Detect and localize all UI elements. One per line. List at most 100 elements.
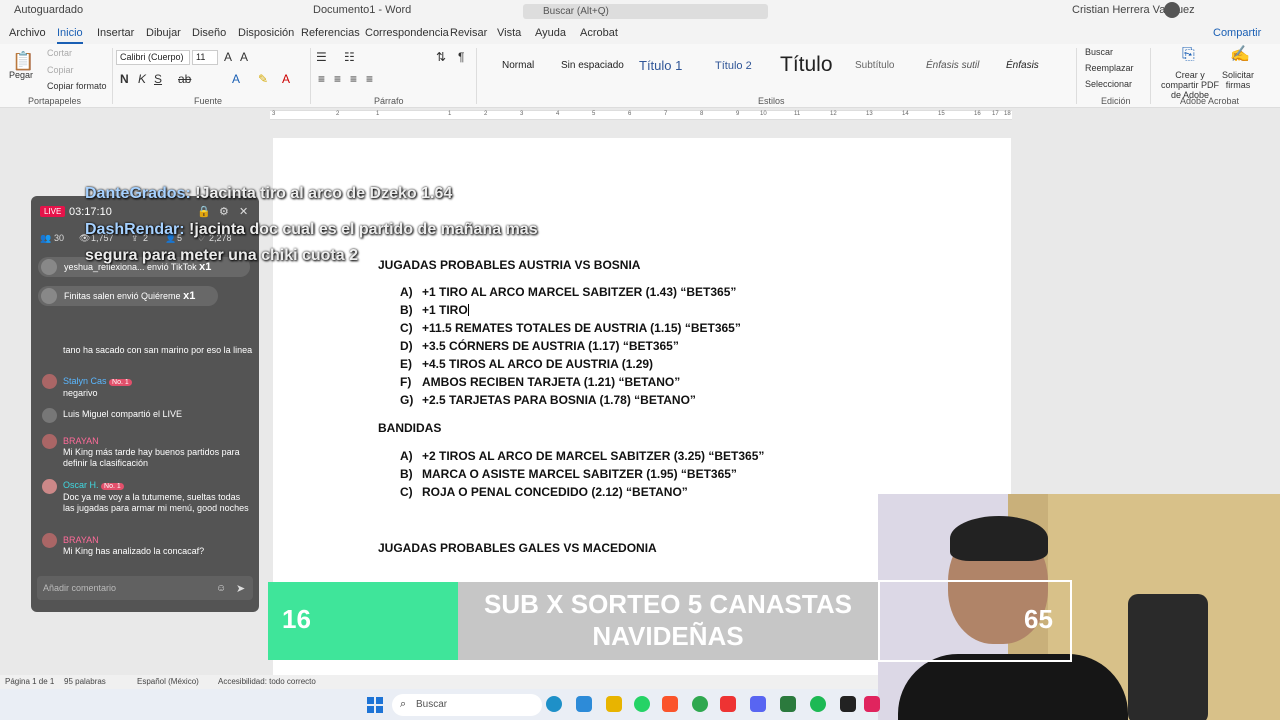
paste-icon[interactable]: 📋 [12,52,34,70]
tab-disposicion[interactable]: Disposición [238,27,294,39]
list-item: C) +11.5 REMATES TOTALES DE AUSTRIA (1.15… [400,321,741,335]
sub-goal-text: SUB X SORTEO 5 CANASTAS NAVIDEÑAS [484,589,852,651]
tab-insertar[interactable]: Insertar [97,27,134,39]
format-painter-button[interactable]: Copiar formato [47,81,107,91]
chat-message: Luis Miguel compartió el LIVE [63,409,183,419]
list-item: A) +2 TIROS AL ARCO DE MARCEL SABITZER (3… [400,449,765,463]
align-left-icon[interactable]: ≡ [318,72,325,86]
highlight-icon[interactable]: ✎ [258,72,268,86]
list-item: E) +4.5 TIROS AL ARCO DE AUSTRIA (1.29) [400,357,654,371]
ruler-tick: 3 [520,111,524,117]
discord-icon[interactable] [750,696,766,712]
tab-correspondencia[interactable]: Correspondencia [365,27,449,39]
sort-icon[interactable]: ⇅ [436,50,446,64]
avatar [41,288,57,304]
underline-icon[interactable]: S [154,72,162,86]
close-icon[interactable]: ✕ [239,205,248,218]
tab-ayuda[interactable]: Ayuda [535,27,566,39]
pilcrow-icon[interactable]: ¶ [458,50,464,64]
ruler-tick: 1 [448,111,452,117]
title-bar: Autoguardado Documento1 - Word Buscar (A… [0,0,1280,22]
italic-icon[interactable]: K [138,72,146,86]
align-center-icon[interactable]: ≡ [334,72,341,86]
style-subtitle[interactable]: Subtítulo [855,60,894,71]
whatsapp-icon[interactable] [634,696,650,712]
app-icon[interactable] [780,696,796,712]
tab-revisar[interactable]: Revisar [450,27,487,39]
chrome-icon[interactable] [692,696,708,712]
find-button[interactable]: Buscar [1085,47,1113,57]
request-signatures-button[interactable]: Solicitar firmas [1222,70,1254,90]
file-explorer-icon[interactable] [606,696,622,712]
tab-vista[interactable]: Vista [497,27,521,39]
app-icon[interactable] [840,696,856,712]
bullets-icon[interactable]: ☰ [316,50,327,64]
tab-referencias[interactable]: Referencias [301,27,360,39]
divider [1150,48,1151,104]
ruler[interactable]: 3 2 1 1 2 3 4 5 6 7 8 9 10 11 12 13 14 1… [270,110,1012,120]
page-count[interactable]: Página 1 de 1 [5,677,54,686]
style-heading2[interactable]: Título 2 [715,60,752,72]
edge-icon[interactable] [546,696,562,712]
spotify-icon[interactable] [810,696,826,712]
paste-button[interactable]: Pegar [9,70,33,80]
align-right-icon[interactable]: ≡ [350,72,357,86]
sign-icon[interactable]: ✍ [1230,47,1250,63]
copy-button[interactable]: Copiar [47,65,74,75]
emoji-icon[interactable]: ☺ [216,583,226,594]
bold-icon[interactable]: N [120,72,129,86]
tab-inicio[interactable]: Inicio [57,27,83,44]
list-item: D) +3.5 CÓRNERS DE AUSTRIA (1.17) “BET365… [400,339,679,353]
grow-font-icon[interactable]: A [224,50,232,64]
live-badge: LIVE [40,206,66,217]
tab-dibujar[interactable]: Dibujar [146,27,181,39]
cut-button[interactable]: Cortar [47,48,72,58]
gift-notification: Finitas salen envió Quiéreme x1 [38,286,218,306]
title-search-box[interactable]: Buscar (Alt+Q) [523,4,768,19]
style-heading1[interactable]: Título 1 [639,58,682,73]
replace-button[interactable]: Reemplazar [1085,63,1134,73]
avatar [42,434,57,449]
group-editing: Edición [1101,96,1131,106]
font-color-icon[interactable]: A [282,72,290,86]
numbering-icon[interactable]: ☷ [344,50,355,64]
tab-acrobat[interactable]: Acrobat [580,27,618,39]
style-no-spacing[interactable]: Sin espaciado [561,60,624,71]
style-subtle-emphasis[interactable]: Énfasis sutil [926,60,979,71]
text-effects-icon[interactable]: A [232,72,240,86]
pdf-share-icon[interactable]: ⎘ [1182,47,1195,63]
viewers-count: 30 [54,233,65,243]
app-icon[interactable] [720,696,736,712]
avatar[interactable] [1164,2,1180,18]
style-title[interactable]: Título [780,53,833,77]
share-button[interactable]: Compartir [1213,27,1261,39]
ruler-tick: 12 [830,111,837,117]
shrink-font-icon[interactable]: A [240,50,248,64]
word-count[interactable]: 95 palabras [64,677,106,686]
overlay-chat-line: segura para meter una chiki cuota 2 [85,247,358,264]
language[interactable]: Español (México) [137,677,199,686]
settings-icon[interactable]: ⚙ [219,205,229,218]
style-normal[interactable]: Normal [502,60,534,71]
list-item: F) AMBOS RECIBEN TARJETA (1.21) “BETANO” [400,375,681,389]
avatar [42,479,57,494]
justify-icon[interactable]: ≡ [366,72,373,86]
font-name-select[interactable]: Calibri (Cuerpo) [116,50,190,65]
style-emphasis[interactable]: Énfasis [1006,60,1039,71]
app-icon[interactable] [864,696,880,712]
taskbar-search[interactable]: Buscar [392,694,542,716]
select-button[interactable]: Seleccionar [1085,79,1132,89]
app-icon[interactable] [576,696,592,712]
brave-icon[interactable] [662,696,678,712]
windows-start-icon[interactable] [367,697,383,713]
group-acrobat: Adobe Acrobat [1180,96,1240,106]
ruler-tick: 15 [938,111,945,117]
tab-diseno[interactable]: Diseño [192,27,226,39]
strike-icon[interactable]: ab [178,72,191,86]
tab-archivo[interactable]: Archivo [9,27,46,39]
accessibility-status[interactable]: Accesibilidad: todo correcto [218,677,316,686]
ruler-tick: 8 [700,111,704,117]
send-icon[interactable]: ➤ [236,582,245,595]
lock-icon[interactable]: 🔒 [197,205,211,218]
font-size-select[interactable]: 11 [192,50,218,65]
